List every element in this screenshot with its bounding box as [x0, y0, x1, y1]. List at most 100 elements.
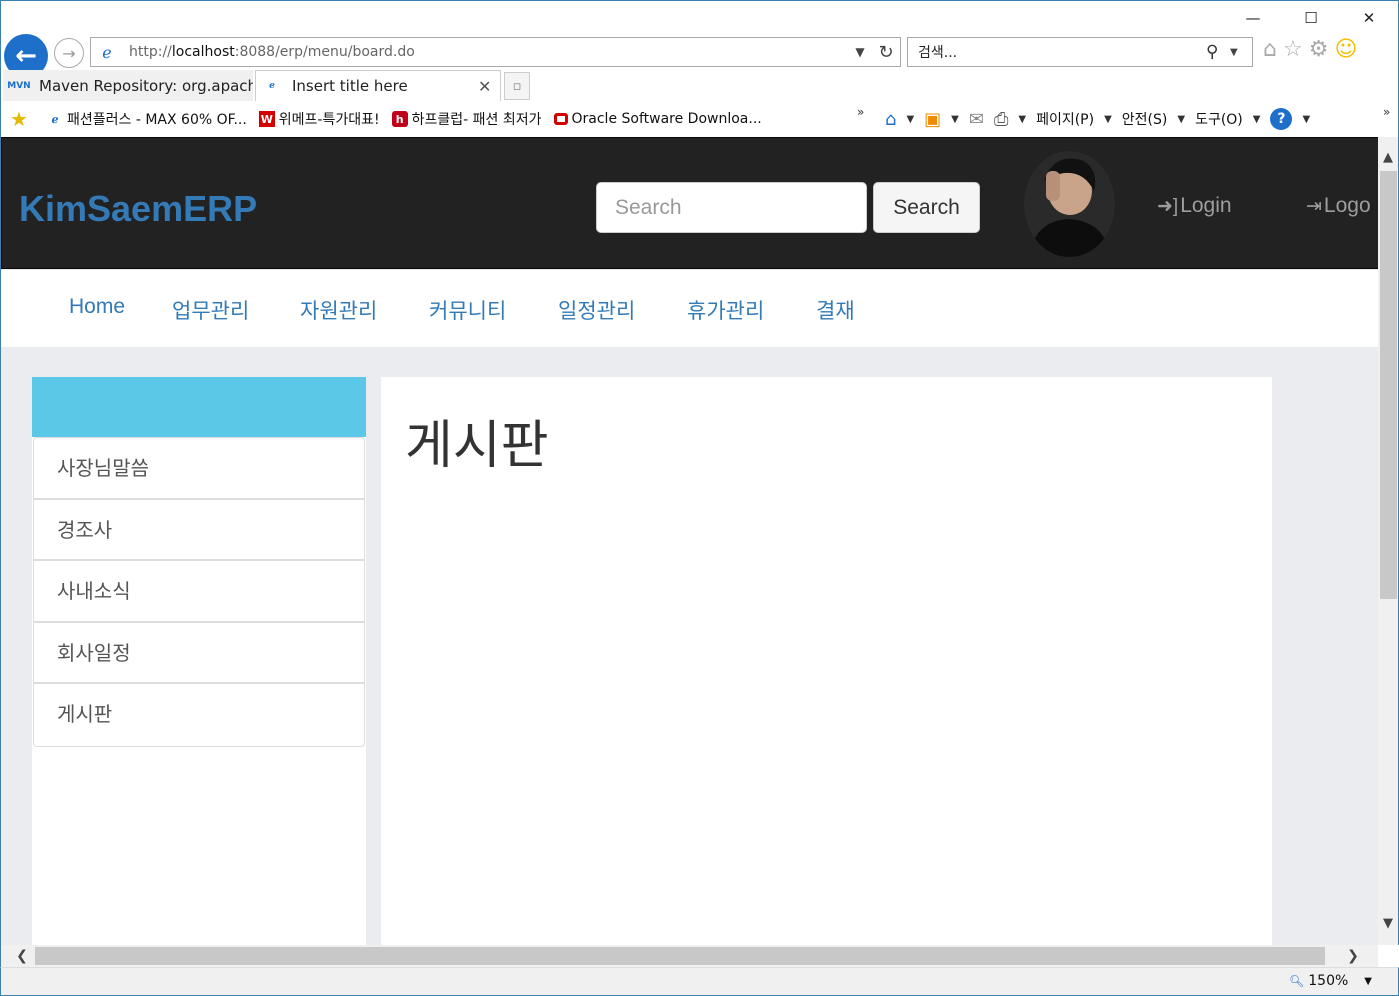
ie-icon: ℯ: [102, 42, 112, 62]
home-icon[interactable]: ⌂: [885, 109, 896, 130]
address-bar[interactable]: ℯ http://localhost:8088/erp/menu/board.d…: [90, 37, 901, 67]
scroll-right-icon[interactable]: ❯: [1338, 945, 1368, 967]
logout-icon: ⇥: [1306, 195, 1322, 217]
command-overflow-icon[interactable]: »: [1383, 105, 1390, 119]
new-tab-button[interactable]: ▫: [504, 72, 530, 100]
menu-community[interactable]: 커뮤니티: [429, 295, 506, 325]
login-link[interactable]: ➜] Login: [1157, 194, 1232, 218]
search-input[interactable]: Search: [596, 182, 867, 233]
zoom-control[interactable]: 🔍︎ 150% ▼: [1289, 973, 1372, 989]
sidebar-item-company-news[interactable]: 사내소식: [34, 561, 364, 623]
sidebar-item-family-events[interactable]: 경조사: [34, 500, 364, 561]
sidebar-list: 사장님말씀 경조사 사내소식 회사일정 게시판: [33, 437, 365, 747]
search-dropdown-icon[interactable]: ▼: [1230, 47, 1252, 58]
menu-home[interactable]: Home: [69, 295, 125, 319]
refresh-icon[interactable]: ↻: [872, 42, 900, 63]
ie-icon: ℯ: [269, 81, 275, 91]
close-tab-icon[interactable]: ✕: [478, 77, 500, 96]
browser-nav-row: ← → ℯ http://localhost:8088/erp/menu/boa…: [1, 34, 1399, 78]
avatar-photo: [1024, 151, 1115, 257]
favorites-overflow-icon[interactable]: »: [857, 105, 864, 119]
favorite-item[interactable]: W 위메프-특가대표!: [258, 109, 380, 129]
scroll-up-icon[interactable]: ▲: [1378, 143, 1398, 173]
menu-vacation-management[interactable]: 휴가관리: [687, 295, 764, 325]
menu-approval[interactable]: 결재: [816, 295, 855, 325]
chevron-down-icon[interactable]: ▼: [951, 114, 959, 125]
sidebar-item-company-schedule[interactable]: 회사일정: [34, 623, 364, 684]
arrow-right-icon: →: [62, 43, 76, 63]
page-viewport: KimSaemERP Search Search ➜] Login ⇥ Logo…: [0, 137, 1378, 945]
chevron-down-icon[interactable]: ▼: [1177, 114, 1185, 125]
browser-tool-icons: ⌂ ☆ ⚙ ☺: [1263, 37, 1357, 62]
halfclub-icon: h: [391, 111, 408, 127]
ie-icon: ℯ: [51, 112, 59, 126]
command-bar: ⌂ ▼ ▣ ▼ ✉ ⎙ ▼ 페이지(P) ▼ 안전(S) ▼ 도구(O) ▼ ? ▼: [885, 101, 1310, 137]
chevron-down-icon[interactable]: ▼: [1253, 114, 1261, 125]
content-panel: 게시판: [381, 377, 1272, 945]
address-dropdown-icon[interactable]: ▼: [848, 45, 872, 59]
tab-insert-title-here[interactable]: ℯ Insert title here ✕: [255, 70, 501, 101]
search-button[interactable]: Search: [873, 182, 980, 233]
print-icon[interactable]: ⎙: [994, 109, 1008, 130]
page-title: 게시판: [405, 416, 549, 476]
search-icon[interactable]: ⚲: [1206, 42, 1230, 62]
main-menu: Home 업무관리 자원관리 커뮤니티 일정관리 휴가관리 결재: [1, 270, 1378, 347]
chevron-down-icon[interactable]: ▼: [906, 114, 914, 125]
oracle-icon: [553, 113, 568, 125]
horizontal-scroll-thumb[interactable]: [35, 947, 1325, 965]
menu-work-management[interactable]: 업무관리: [172, 295, 249, 325]
zoom-level: 150%: [1308, 973, 1349, 989]
rss-feed-icon[interactable]: ▣: [924, 109, 941, 130]
browser-search-input[interactable]: 검색... ⚲ ▼: [907, 37, 1253, 67]
top-navbar: KimSaemERP Search Search ➜] Login ⇥ Logo: [1, 137, 1378, 269]
chevron-down-icon[interactable]: ▼: [1018, 114, 1026, 125]
tools-menu[interactable]: 도구(O): [1195, 109, 1243, 129]
favorite-item[interactable]: Oracle Software Downloa...: [553, 111, 762, 127]
favorites-star-icon[interactable]: ☆: [1283, 37, 1303, 62]
chevron-down-icon[interactable]: ▼: [1364, 976, 1372, 987]
sidebar-header: [32, 377, 366, 437]
chevron-down-icon[interactable]: ▼: [1302, 114, 1310, 125]
maximize-button[interactable]: ☐: [1282, 1, 1340, 35]
new-tab-icon: ▫: [512, 78, 522, 94]
wemakeprice-icon: W: [258, 111, 275, 127]
address-url[interactable]: http://localhost:8088/erp/menu/board.do: [129, 44, 848, 60]
favorite-item[interactable]: h 하프클럽- 패션 최저가: [391, 109, 542, 129]
logout-link[interactable]: ⇥ Logo: [1306, 194, 1371, 218]
gear-icon[interactable]: ⚙: [1309, 37, 1329, 62]
mail-icon[interactable]: ✉: [969, 109, 984, 130]
favorites-add-button[interactable]: ★: [1, 107, 35, 131]
browser-tabs: MVN Maven Repository: org.apache... ℯ In…: [1, 70, 1399, 101]
forward-button[interactable]: →: [54, 38, 84, 68]
arrow-left-icon: ←: [15, 41, 37, 71]
scroll-down-icon[interactable]: ▼: [1378, 909, 1398, 939]
tab-label: Maven Repository: org.apache...: [39, 76, 253, 95]
brand-logo[interactable]: KimSaemERP: [19, 188, 257, 230]
status-bar: 🔍︎ 150% ▼: [0, 967, 1399, 996]
menu-schedule-management[interactable]: 일정관리: [558, 295, 635, 325]
vertical-scroll-thumb[interactable]: [1380, 171, 1397, 599]
safety-menu[interactable]: 안전(S): [1122, 109, 1168, 129]
chevron-down-icon[interactable]: ▼: [1104, 114, 1112, 125]
star-add-icon: ★: [10, 107, 28, 131]
tab-label: Insert title here: [292, 77, 408, 95]
horizontal-scrollbar[interactable]: ❮ ❯: [0, 945, 1378, 967]
sidebar-item-board[interactable]: 게시판: [34, 684, 364, 746]
page-menu[interactable]: 페이지(P): [1036, 109, 1094, 129]
menu-resource-management[interactable]: 자원관리: [300, 295, 377, 325]
home-icon[interactable]: ⌂: [1263, 37, 1277, 62]
maven-favicon: MVN: [7, 80, 31, 91]
window-controls: — ☐ ✕: [1224, 1, 1398, 35]
browser-chrome: — ☐ ✕ ← → ℯ http://localhost:8088/erp/me…: [0, 0, 1399, 137]
vertical-scrollbar[interactable]: ▲ ▼: [1378, 137, 1399, 945]
scroll-left-icon[interactable]: ❮: [7, 945, 37, 967]
sidebar-item-ceo-message[interactable]: 사장님말씀: [34, 438, 364, 500]
help-icon[interactable]: ?: [1270, 108, 1293, 130]
favorite-item[interactable]: ℯ 패션플러스 - MAX 60% OF...: [47, 109, 247, 129]
smiley-feedback-icon[interactable]: ☺: [1334, 37, 1357, 62]
sidebar: 사장님말씀 경조사 사내소식 회사일정 게시판: [32, 377, 366, 945]
tab-maven-repository[interactable]: MVN Maven Repository: org.apache...: [3, 70, 253, 101]
minimize-button[interactable]: —: [1224, 1, 1282, 35]
close-window-button[interactable]: ✕: [1340, 1, 1398, 35]
avatar: [1024, 151, 1115, 257]
